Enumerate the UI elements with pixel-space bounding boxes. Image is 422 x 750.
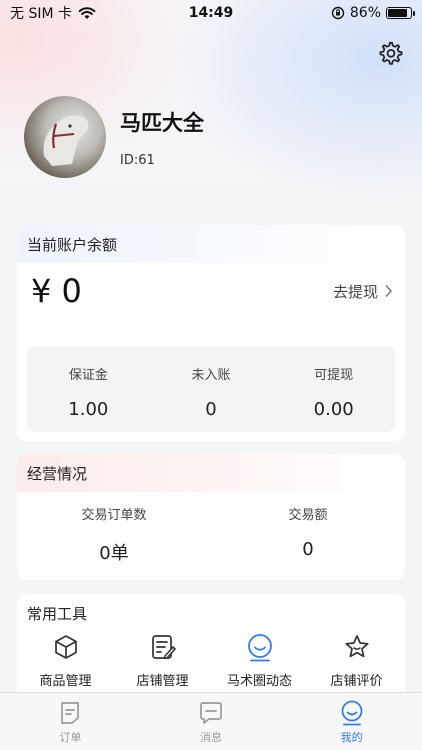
tab-bar: 订单 消息 我的 <box>0 692 422 750</box>
tab-profile[interactable]: 我的 <box>281 693 422 750</box>
tool-shop-reviews[interactable]: 店铺评价 <box>308 632 405 689</box>
tool-equestrian-feed[interactable]: 马术圈动态 <box>211 632 308 689</box>
horse-photo <box>43 110 89 166</box>
stat-value: 0.00 <box>313 399 354 420</box>
business-title: 经营情况 <box>17 454 405 492</box>
settings-button[interactable] <box>376 38 406 68</box>
chevron-right-icon <box>385 284 393 298</box>
balance-card: 当前账户余额 ¥ 0 去提现 保证金 1.00 未入账 0 可提现 0.00 <box>17 225 405 441</box>
stat-label: 交易订单数 <box>81 508 147 523</box>
tool-label: 马术圈动态 <box>226 674 292 689</box>
battery-level <box>388 9 407 17</box>
profile-section: 马匹大全 ID:61 <box>24 96 204 178</box>
withdraw-label: 去提现 <box>332 282 378 301</box>
order-icon <box>61 702 80 724</box>
stat-label: 保证金 <box>68 368 108 383</box>
tool-shop-management[interactable]: 店铺管理 <box>114 632 211 689</box>
tool-label: 店铺管理 <box>136 674 189 689</box>
tool-label: 商品管理 <box>39 674 92 689</box>
battery-percent: 86% <box>349 5 381 21</box>
tool-label: 店铺评价 <box>330 674 383 689</box>
withdraw-link[interactable]: 去提现 <box>333 281 393 302</box>
stat-value: 0单 <box>99 543 129 564</box>
tab-messages[interactable]: 消息 <box>141 693 282 750</box>
stat-pending: 未入账 0 <box>150 346 273 432</box>
tab-label: 订单 <box>59 731 82 744</box>
profile-id: ID:61 <box>120 152 155 168</box>
stat-label: 交易额 <box>288 508 328 523</box>
profile-smile-icon <box>341 700 363 726</box>
smile-circle-icon <box>247 634 272 662</box>
tools-title: 常用工具 <box>27 604 88 623</box>
orientation-lock-icon <box>331 6 345 20</box>
balance-amount: ¥ 0 <box>31 272 82 310</box>
stat-deposit: 保证金 1.00 <box>27 346 150 432</box>
stat-value: 0 <box>205 399 217 420</box>
gear-icon <box>379 41 403 65</box>
cube-icon <box>54 635 77 659</box>
balance-title: 当前账户余额 <box>17 225 405 263</box>
stat-order-count: 交易订单数 0单 <box>17 492 211 565</box>
profile-name: 马匹大全 <box>120 110 204 135</box>
tools-card: 常用工具 商品管理 店铺管理 马术圈动态 店铺评价 <box>17 594 405 694</box>
balance-stats: 保证金 1.00 未入账 0 可提现 0.00 <box>27 346 395 432</box>
tab-orders[interactable]: 订单 <box>0 693 141 750</box>
star-icon <box>344 635 369 658</box>
tab-label: 消息 <box>200 731 222 744</box>
wifi-icon <box>78 7 96 19</box>
stat-value: 1.00 <box>68 399 109 420</box>
stat-withdrawable: 可提现 0.00 <box>272 346 395 432</box>
avatar[interactable] <box>24 96 106 178</box>
carrier-label: 无 SIM 卡 <box>10 6 72 22</box>
message-icon <box>200 702 222 724</box>
stat-trade-amount: 交易额 0 <box>211 492 405 565</box>
tab-label: 我的 <box>340 731 363 744</box>
battery-icon <box>386 7 415 19</box>
edit-list-icon <box>151 635 176 660</box>
stat-label: 可提现 <box>314 368 354 383</box>
business-card: 经营情况 交易订单数 0单 交易额 0 <box>17 454 405 580</box>
stat-label: 未入账 <box>191 368 231 383</box>
stat-value: 0 <box>302 539 314 560</box>
status-bar: 无 SIM 卡 14:49 86% <box>0 0 422 26</box>
tool-product-management[interactable]: 商品管理 <box>17 632 114 689</box>
